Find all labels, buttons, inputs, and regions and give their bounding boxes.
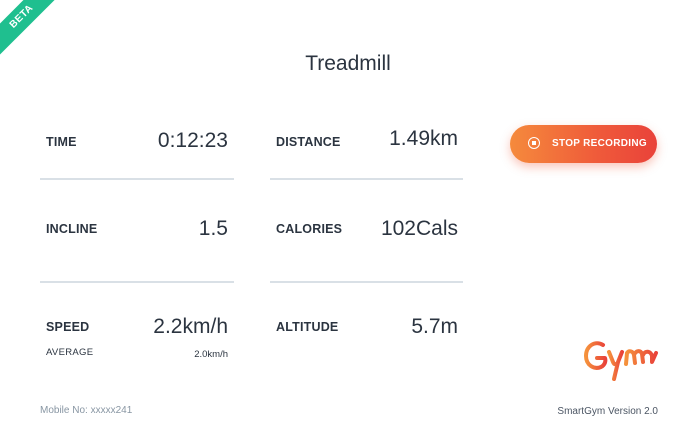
- smartgym-logo: [584, 341, 658, 381]
- page-title: Treadmill: [305, 52, 391, 75]
- distance-metric: DISTANCE 1.49km: [270, 126, 464, 156]
- calories-metric: CALORIES 102Cals: [270, 216, 464, 246]
- incline-value: 1.5: [198, 217, 228, 240]
- distance-label: DISTANCE: [276, 135, 341, 149]
- stop-recording-label: STOP RECORDING: [552, 138, 647, 149]
- stop-circle-icon: [528, 137, 540, 149]
- divider: [40, 281, 234, 283]
- incline-metric: INCLINE 1.5: [40, 216, 234, 246]
- calories-value: 102Cals: [380, 217, 458, 240]
- speed-label: SPEED: [46, 320, 90, 334]
- altitude-value: 5.7m: [411, 315, 458, 338]
- time-label: TIME: [46, 135, 77, 149]
- speed-metric: SPEED 2.2km/h AVERAGE 2.0km/h: [40, 314, 234, 362]
- speed-average-label: AVERAGE: [46, 347, 94, 358]
- time-metric: TIME 0:12:23: [40, 128, 234, 158]
- divider: [270, 281, 463, 283]
- altitude-metric: ALTITUDE 5.7m: [270, 314, 464, 344]
- speed-average-value: 2.0km/h: [194, 349, 228, 360]
- beta-badge: BETA: [0, 0, 64, 59]
- calories-label: CALORIES: [276, 222, 343, 236]
- incline-label: INCLINE: [46, 222, 98, 236]
- app-version: SmartGym Version 2.0: [557, 406, 658, 417]
- time-value: 0:12:23: [157, 129, 228, 152]
- divider: [40, 178, 234, 180]
- distance-value: 1.49km: [389, 127, 458, 150]
- altitude-label: ALTITUDE: [276, 320, 339, 334]
- mobile-number: Mobile No: xxxxx241: [40, 405, 133, 416]
- stop-recording-button[interactable]: STOP RECORDING: [510, 125, 657, 163]
- divider: [270, 178, 463, 180]
- speed-value: 2.2km/h: [153, 315, 228, 338]
